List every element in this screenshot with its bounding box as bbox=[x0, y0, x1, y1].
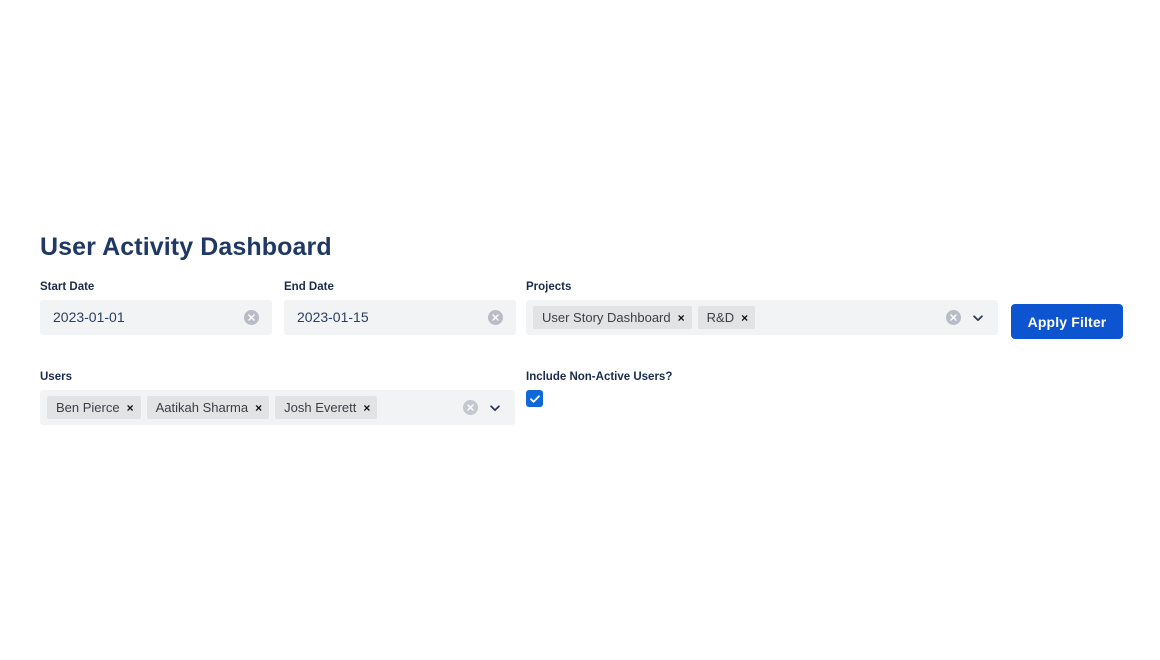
chip-label: R&D bbox=[706, 310, 735, 325]
chip-label: Ben Pierce bbox=[56, 400, 120, 415]
dashboard-page: User Activity Dashboard Start Date 2023-… bbox=[0, 0, 1160, 660]
filter-row-primary: Start Date 2023-01-01 End Date 2023-01-1… bbox=[40, 280, 1130, 342]
chip-label: Josh Everett bbox=[284, 400, 357, 415]
chip-remove-icon[interactable]: × bbox=[741, 312, 748, 324]
users-chip-list: Ben Pierce × Aatikah Sharma × Josh Evere… bbox=[47, 396, 463, 419]
clear-circle-icon[interactable] bbox=[244, 310, 259, 325]
end-date-icons bbox=[488, 310, 516, 325]
include-non-active-checkbox[interactable] bbox=[526, 390, 543, 407]
clear-circle-icon[interactable] bbox=[946, 310, 961, 325]
end-date-label: End Date bbox=[284, 281, 334, 293]
start-date-label: Start Date bbox=[40, 281, 95, 293]
chip-remove-icon[interactable]: × bbox=[255, 402, 262, 414]
filter-row-secondary: Users Ben Pierce × Aatikah Sharma × Josh… bbox=[40, 370, 1130, 432]
chevron-down-icon[interactable] bbox=[971, 311, 985, 325]
chip-remove-icon[interactable]: × bbox=[127, 402, 134, 414]
end-date-value: 2023-01-15 bbox=[297, 309, 369, 325]
projects-chip-list: User Story Dashboard × R&D × bbox=[533, 306, 946, 329]
chip-item[interactable]: Ben Pierce × bbox=[47, 396, 141, 419]
projects-label: Projects bbox=[526, 281, 572, 293]
chip-label: User Story Dashboard bbox=[542, 310, 671, 325]
include-non-active-label: Include Non-Active Users? bbox=[526, 371, 673, 383]
clear-circle-icon[interactable] bbox=[488, 310, 503, 325]
field-projects: Projects User Story Dashboard × R&D × bbox=[526, 280, 998, 335]
start-date-input[interactable]: 2023-01-01 bbox=[40, 300, 272, 335]
users-label: Users bbox=[40, 371, 72, 383]
chip-item[interactable]: Aatikah Sharma × bbox=[146, 396, 270, 419]
clear-circle-icon[interactable] bbox=[463, 400, 478, 415]
start-date-value: 2023-01-01 bbox=[53, 309, 125, 325]
start-date-icons bbox=[244, 310, 272, 325]
checkmark-icon bbox=[529, 394, 540, 403]
field-include-non-active: Include Non-Active Users? bbox=[526, 370, 786, 407]
users-multiselect[interactable]: Ben Pierce × Aatikah Sharma × Josh Evere… bbox=[40, 390, 515, 425]
page-title: User Activity Dashboard bbox=[40, 232, 332, 261]
chip-item[interactable]: Josh Everett × bbox=[275, 396, 378, 419]
field-start-date: Start Date 2023-01-01 bbox=[40, 280, 272, 335]
projects-icons bbox=[946, 310, 998, 325]
chip-remove-icon[interactable]: × bbox=[363, 402, 370, 414]
apply-filter-button[interactable]: Apply Filter bbox=[1011, 304, 1123, 339]
chip-item[interactable]: R&D × bbox=[697, 306, 756, 329]
end-date-input[interactable]: 2023-01-15 bbox=[284, 300, 516, 335]
users-icons bbox=[463, 400, 515, 415]
chip-remove-icon[interactable]: × bbox=[678, 312, 685, 324]
field-end-date: End Date 2023-01-15 bbox=[284, 280, 516, 335]
chevron-down-icon[interactable] bbox=[488, 401, 502, 415]
chip-item[interactable]: User Story Dashboard × bbox=[533, 306, 692, 329]
chip-label: Aatikah Sharma bbox=[155, 400, 249, 415]
field-users: Users Ben Pierce × Aatikah Sharma × Josh… bbox=[40, 370, 515, 425]
projects-multiselect[interactable]: User Story Dashboard × R&D × bbox=[526, 300, 998, 335]
